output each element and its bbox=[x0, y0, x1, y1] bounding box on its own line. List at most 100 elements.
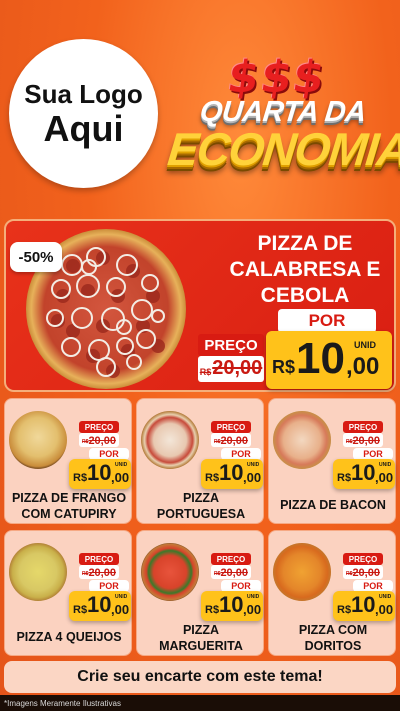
product-name-line: MARGUERITA bbox=[159, 639, 243, 653]
product-card[interactable]: PREÇO R$ 20,00 POR R$ 10,00 UNID PIZZA DE FRANG… bbox=[4, 398, 132, 524]
promo-title-line2: ECONOMIA bbox=[165, 123, 400, 175]
pizza-frango-icon bbox=[9, 411, 67, 469]
new-price: R$ 10,00 UNID bbox=[69, 591, 131, 621]
logo-text-line2: Aqui bbox=[43, 107, 124, 149]
pizza-bacon-icon bbox=[273, 411, 331, 469]
new-price-int: 10 bbox=[351, 592, 376, 617]
cta-banner[interactable]: Crie seu encarte com este tema! bbox=[4, 661, 396, 693]
product-card[interactable]: PREÇO R$ 20,00 POR R$ 10,00 UNID PIZZA MARGUERIT… bbox=[136, 530, 264, 656]
old-price: R$ 20,00 bbox=[79, 433, 119, 447]
new-price-currency: R$ bbox=[73, 604, 88, 616]
featured-name-line: CEBOLA bbox=[260, 284, 350, 307]
onion-ring bbox=[46, 309, 64, 327]
featured-product-name: PIZZA DE CALABRESA E CEBOLA bbox=[210, 231, 400, 309]
onion-ring bbox=[51, 279, 71, 299]
new-price-currency: R$ bbox=[73, 472, 88, 484]
preco-label: PREÇO bbox=[198, 334, 264, 356]
new-price-cents: ,00 bbox=[375, 602, 394, 617]
product-card[interactable]: PREÇO R$ 20,00 POR R$ 10,00 UNID PIZZA 4 QUEIJO… bbox=[4, 530, 132, 656]
new-price-cents: ,00 bbox=[346, 353, 380, 380]
onion-ring bbox=[126, 354, 142, 370]
product-name-line: PIZZA DE FRANGO bbox=[11, 491, 127, 505]
new-price-unit: UNID bbox=[379, 462, 392, 468]
new-price-currency: R$ bbox=[205, 604, 220, 616]
discount-badge: -50% bbox=[10, 242, 62, 272]
onion-ring bbox=[71, 307, 93, 329]
new-price-int: 10 bbox=[219, 592, 244, 617]
pizza-marguerita-icon bbox=[141, 543, 199, 601]
pizza-doritos-icon bbox=[273, 543, 331, 601]
preco-label: PREÇO bbox=[343, 553, 383, 565]
old-price-value: 20,00 bbox=[88, 567, 116, 579]
preco-label-text: PREÇO bbox=[204, 336, 258, 354]
preco-label: PREÇO bbox=[211, 553, 251, 565]
product-name: PIZZA MARGUERITA bbox=[137, 622, 265, 654]
old-price: R$ 20,00 bbox=[211, 565, 251, 579]
new-price-unit: UNID bbox=[354, 340, 376, 350]
new-price-currency: R$ bbox=[205, 472, 220, 484]
old-price: R$ 20,00 bbox=[343, 433, 383, 447]
product-card[interactable]: PREÇO R$ 20,00 POR R$ 10,00 UNID PIZZA DE BACON bbox=[268, 398, 396, 524]
new-price-unit: UNID bbox=[247, 594, 260, 600]
preco-label: PREÇO bbox=[343, 421, 383, 433]
old-price-value: 20,00 bbox=[212, 357, 263, 379]
product-card[interactable]: PREÇO R$ 20,00 POR R$ 10,00 UNID PIZZA COM DORIT… bbox=[268, 530, 396, 656]
onion-ring bbox=[106, 277, 126, 297]
product-name-line: DORITOS bbox=[304, 639, 362, 653]
old-price: R$ 20,00 bbox=[211, 433, 251, 447]
product-name: PIZZA 4 QUEIJOS bbox=[5, 629, 133, 645]
onion-ring bbox=[141, 274, 159, 292]
onion-ring bbox=[116, 337, 134, 355]
onion-ring bbox=[131, 299, 153, 321]
new-price-cents: ,00 bbox=[243, 470, 262, 485]
product-name-line: PIZZA 4 QUEIJOS bbox=[16, 630, 122, 644]
new-price: R$ 10,00 UNID bbox=[333, 591, 395, 621]
old-price: R$ 20,00 bbox=[79, 565, 119, 579]
product-name-line: PORTUGUESA bbox=[156, 507, 246, 521]
product-card[interactable]: PREÇO R$ 20,00 POR R$ 10,00 UNID PIZZA PORTUGUES… bbox=[136, 398, 264, 524]
por-label: POR bbox=[278, 309, 376, 333]
product-name: PIZZA PORTUGUESA bbox=[137, 490, 265, 522]
featured-name-line: PIZZA DE bbox=[257, 232, 353, 255]
product-name-line: PIZZA DE BACON bbox=[280, 498, 386, 512]
product-name: PIZZA DE FRANGO COM CATUPIRY bbox=[5, 490, 133, 522]
logo-placeholder: Sua Logo Aqui bbox=[9, 39, 158, 188]
old-price-value: 20,00 bbox=[88, 435, 116, 447]
preco-label: PREÇO bbox=[79, 421, 119, 433]
onion-ring bbox=[136, 329, 156, 349]
new-price: R$ 10,00 UNID bbox=[333, 459, 395, 489]
pizza-4-queijos-icon bbox=[9, 543, 67, 601]
onion-ring bbox=[116, 254, 138, 276]
onion-ring bbox=[61, 337, 81, 357]
old-price-currency: R$ bbox=[199, 367, 212, 377]
onion-ring bbox=[151, 309, 165, 323]
onion-ring bbox=[61, 254, 83, 276]
new-price-cents: ,00 bbox=[111, 470, 130, 485]
old-price-value: 20,00 bbox=[220, 435, 248, 447]
preco-label: PREÇO bbox=[79, 553, 119, 565]
old-price-value: 20,00 bbox=[352, 435, 380, 447]
new-price: R$ 10 ,00 UNID bbox=[266, 331, 392, 389]
onion-ring bbox=[96, 357, 116, 377]
new-price-int: 10 bbox=[219, 460, 244, 485]
onion-ring bbox=[76, 274, 100, 298]
new-price-unit: UNID bbox=[379, 594, 392, 600]
new-price: R$ 10,00 UNID bbox=[201, 591, 263, 621]
new-price: R$ 10,00 UNID bbox=[69, 459, 131, 489]
onion-ring bbox=[116, 319, 132, 335]
new-price-unit: UNID bbox=[247, 462, 260, 468]
new-price: R$ 10,00 UNID bbox=[201, 459, 263, 489]
pizza-portuguesa-icon bbox=[141, 411, 199, 469]
logo-text-line1: Sua Logo bbox=[24, 78, 143, 109]
new-price-cents: ,00 bbox=[243, 602, 262, 617]
new-price-cents: ,00 bbox=[111, 602, 130, 617]
new-price-int: 10 bbox=[87, 460, 112, 485]
new-price-cents: ,00 bbox=[375, 470, 394, 485]
old-price-value: 20,00 bbox=[352, 567, 380, 579]
preco-label: PREÇO bbox=[211, 421, 251, 433]
new-price-currency: R$ bbox=[272, 357, 296, 377]
new-price-currency: R$ bbox=[337, 604, 352, 616]
product-name-line: PIZZA bbox=[182, 623, 220, 637]
old-price: R$ 20,00 bbox=[198, 356, 264, 382]
product-name-line: COM CATUPIRY bbox=[21, 507, 117, 521]
